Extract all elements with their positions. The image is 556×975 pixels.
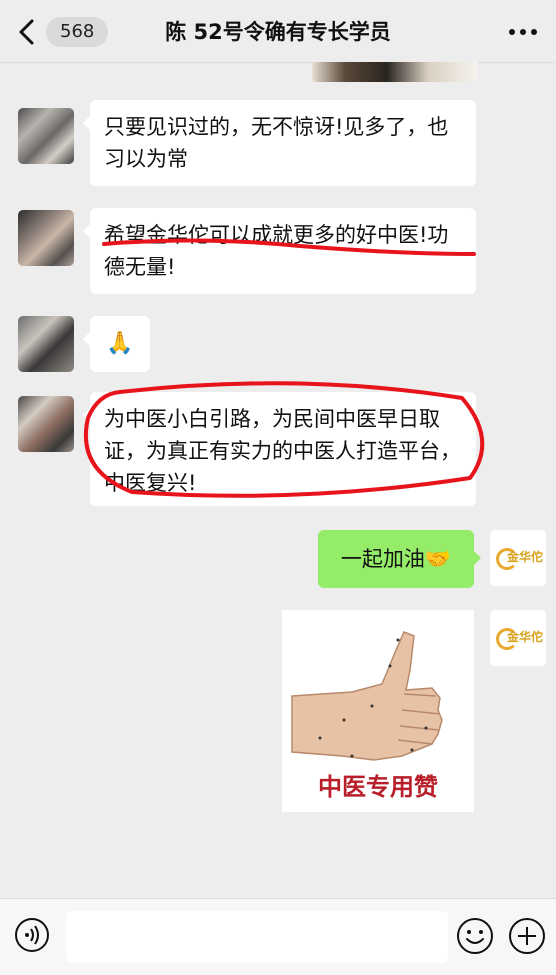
my-message-bubble[interactable]: 一起加油🤝: [318, 530, 481, 588]
message-bubble[interactable]: 只要见识过的，无不惊讶!见多了，也习以为常: [83, 100, 476, 186]
chat-header: 568 陈 52号令确有专长学员: [0, 0, 556, 63]
avatar[interactable]: [18, 108, 74, 164]
previous-image-message[interactable]: [312, 62, 478, 82]
message-bubble[interactable]: 🙏: [83, 316, 150, 372]
my-avatar[interactable]: 金华佗: [490, 530, 546, 586]
avatar[interactable]: [18, 210, 74, 266]
input-bar: [0, 898, 556, 975]
emoji-icon[interactable]: [456, 917, 494, 955]
image-caption: 中医专用赞: [318, 772, 438, 801]
image-message[interactable]: 中医专用赞: [282, 610, 474, 812]
my-avatar[interactable]: 金华佗: [490, 610, 546, 666]
avatar-logo-text: 金华佗: [506, 550, 543, 564]
voice-icon[interactable]: [14, 917, 50, 953]
message-input[interactable]: [66, 911, 448, 963]
avatar[interactable]: [18, 396, 74, 452]
message-bubble[interactable]: 希望金华佗可以成就更多的好中医!功德无量!: [83, 208, 476, 294]
avatar[interactable]: [18, 316, 74, 372]
plus-icon[interactable]: [508, 917, 546, 955]
chat-title: 陈 52号令确有专长学员: [165, 20, 391, 44]
more-options-icon[interactable]: [508, 28, 538, 36]
avatar-logo-text: 金华佗: [506, 630, 543, 644]
message-bubble[interactable]: 为中医小白引路，为民间中医早日取证，为真正有实力的中医人打造平台，中医复兴!: [83, 392, 476, 506]
